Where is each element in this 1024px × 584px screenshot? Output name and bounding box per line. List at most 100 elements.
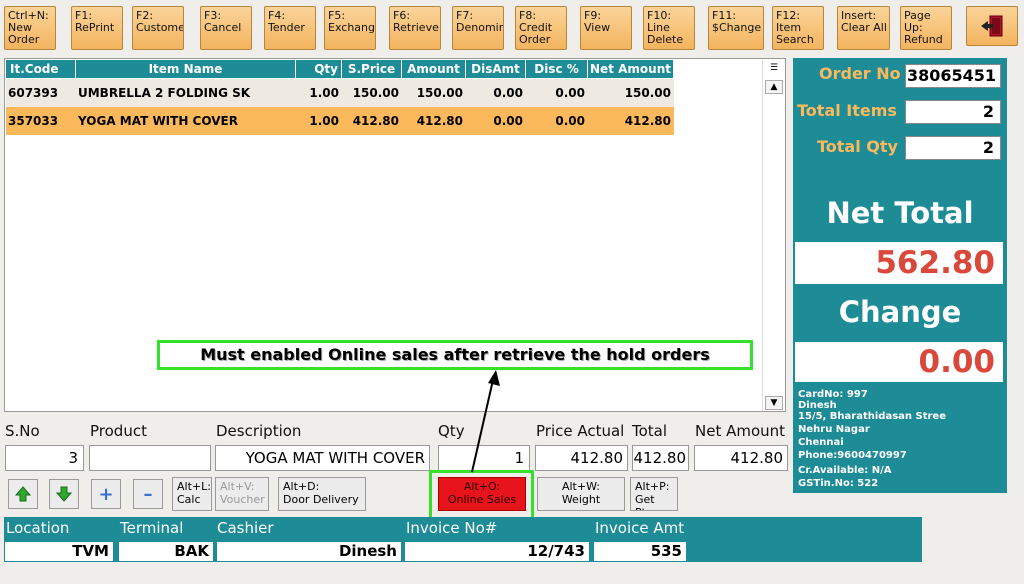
col-header-disamt: DisAmt [466,60,526,78]
cell-name: YOGA MAT WITH COVER [78,114,238,128]
invoice-no-label: Invoice No# [406,519,498,537]
col-header-itcode: It.Code [6,60,76,78]
customer-address-2: Nehru Nagar [798,424,870,435]
cashier-label: Cashier [217,519,274,537]
cashier-value: Dinesh [217,542,401,561]
remove-button[interactable]: – [133,479,163,509]
customer-city: Chennai [798,437,844,448]
col-header-discpct: Disc % [526,60,588,78]
plus-icon: + [98,483,114,505]
customer-address-1: 15/5, Bharathidasan Stree [798,411,946,422]
terminal-value: BAK [119,542,213,561]
arrow-up-icon [14,486,32,502]
price-actual-label: Price Actual [536,422,625,440]
summary-panel: Order No 38065451 Total Items 2 Total Qt… [793,58,1007,493]
online-sales-highlight [429,470,534,520]
invoice-amt-value: 535 [594,542,686,561]
order-no-field: 38065451 [905,64,1001,88]
move-down-button[interactable] [49,479,79,509]
exit-door-icon [981,15,1003,37]
door-delivery-button[interactable]: Alt+D: Door Delivery [278,477,366,511]
location-label: Location [6,519,70,537]
col-header-qty: Qty [296,60,342,78]
customer-gstin: GSTin.No: 522 [798,478,879,489]
scroll-up-icon[interactable]: ▲ [765,80,783,94]
net-total-label: Net Total [826,196,974,230]
change-label: Change [838,295,962,329]
col-header-itemname: Item Name [76,60,296,78]
scroll-menu-icon[interactable]: ☰ [765,62,783,76]
move-up-button[interactable] [8,479,38,509]
col-header-sprice: S.Price [342,60,402,78]
price-actual-field[interactable]: 412.80 [535,445,628,471]
cell-disamt: 0.00 [493,114,523,128]
cell-disc: 0.00 [555,114,585,128]
cell-disc: 0.00 [555,86,585,100]
retrieve-button[interactable]: F6: Retrieve [389,6,441,50]
get-points-button[interactable]: Alt+P: Get Pts [630,477,678,511]
product-label: Product [90,422,147,440]
reprint-button[interactable]: F1: RePrint [71,6,123,50]
new-order-button[interactable]: Ctrl+N: New Order [4,6,56,50]
cell-qty: 1.00 [309,114,339,128]
status-footer: Location Terminal Cashier Invoice No# In… [4,517,922,562]
cell-code: 357033 [8,114,59,128]
net-amount-label: Net Amount [695,422,786,440]
annotation-callout: Must enabled Online sales after retrieve… [157,340,753,370]
cell-name: UMBRELLA 2 FOLDING SK [78,86,251,100]
exit-button[interactable] [966,6,1018,46]
invoice-amt-label: Invoice Amt [595,519,685,537]
cell-qty: 1.00 [309,86,339,100]
order-no-label: Order No [819,64,901,83]
total-field[interactable]: 412.80 [632,445,689,471]
line-delete-button[interactable]: F10: Line Delete [643,6,695,50]
total-label: Total [632,422,668,440]
clear-all-button[interactable]: Insert: Clear All [837,6,890,50]
scroll-down-icon[interactable]: ▼ [765,396,783,410]
change-button[interactable]: F11: $Change [708,6,764,50]
product-input[interactable] [89,445,211,471]
sno-field[interactable]: 3 [5,445,84,471]
item-search-button[interactable]: F12: Item Search [772,6,824,50]
minus-icon: – [143,483,153,505]
col-header-amount: Amount [402,60,466,78]
description-field[interactable]: YOGA MAT WITH COVER [215,445,430,471]
net-total-value: 562.80 [795,242,1003,284]
cell-amount: 412.80 [416,114,463,128]
table-row-selected[interactable]: 357033 YOGA MAT WITH COVER 1.00 412.80 4… [6,107,674,135]
add-button[interactable]: + [91,479,121,509]
voucher-button[interactable]: Alt+V: Voucher [215,477,269,511]
location-value: TVM [5,542,113,561]
cell-code: 607393 [8,86,59,100]
col-header-netamount: Net Amount [588,60,674,78]
sno-label: S.No [5,422,40,440]
total-qty-field: 2 [905,136,1001,160]
terminal-label: Terminal [120,519,184,537]
customer-button[interactable]: F2: Custome [132,6,184,50]
invoice-no-value: 12/743 [405,542,589,561]
cancel-button[interactable]: F3: Cancel [200,6,252,50]
cell-net: 150.00 [624,86,671,100]
total-items-field: 2 [905,100,1001,124]
view-button[interactable]: F9: View [580,6,632,50]
description-label: Description [216,422,302,440]
customer-phone: Phone:9600470997 [798,450,907,461]
denomination-button[interactable]: F7: Denomin [452,6,504,50]
net-amount-field[interactable]: 412.80 [694,445,788,471]
cell-sprice: 412.80 [352,114,399,128]
customer-credit: Cr.Available: N/A [798,465,892,476]
table-row[interactable]: 607393 UMBRELLA 2 FOLDING SK 1.00 150.00… [6,79,674,107]
weight-button[interactable]: Alt+W: Weight [537,477,625,511]
refund-button[interactable]: Page Up: Refund [900,6,952,50]
calc-button[interactable]: Alt+L: Calc [172,477,212,511]
arrow-down-icon [55,486,73,502]
cell-disamt: 0.00 [493,86,523,100]
total-items-label: Total Items [797,101,897,120]
cell-net: 412.80 [624,114,671,128]
cell-sprice: 150.00 [352,86,399,100]
exchange-button[interactable]: F5: Exchang [324,6,376,50]
tender-button[interactable]: F4: Tender [264,6,316,50]
credit-order-button[interactable]: F8: Credit Order [515,6,567,50]
grid-scrollbar[interactable]: ☰ ▲ ▼ [762,60,784,411]
cell-amount: 150.00 [416,86,463,100]
